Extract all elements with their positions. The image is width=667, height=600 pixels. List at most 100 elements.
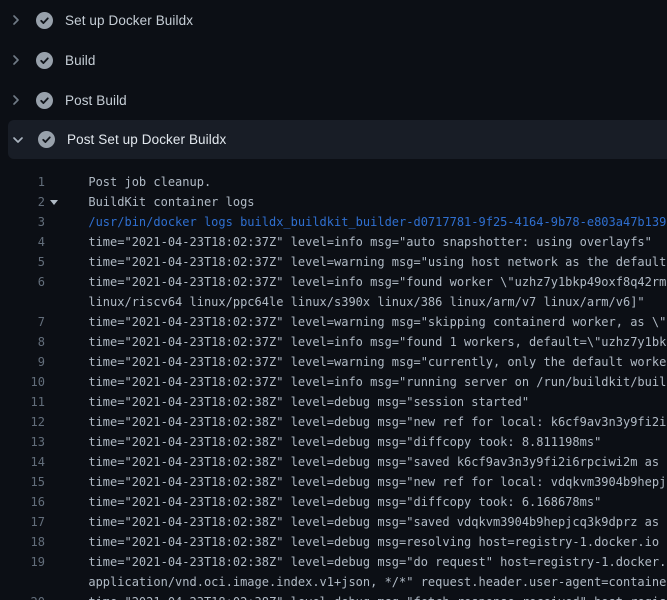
log-line-number (0, 572, 45, 592)
log-line: 14 time="2021-04-23T18:02:38Z" level=deb… (0, 452, 667, 472)
log-line-text: application/vnd.oci.image.index.v1+json,… (88, 572, 667, 592)
step-row[interactable]: Post Set up Docker Buildx (8, 120, 667, 159)
log-line-gutter (45, 532, 88, 552)
log-line-text: linux/riscv64 linux/ppc64le linux/s390x … (88, 292, 644, 312)
workflow-log-viewer: { "colors": { "background": "#0c0f15", "… (0, 0, 667, 600)
log-line: 9 time="2021-04-23T18:02:37Z" level=warn… (0, 352, 667, 372)
log-line-number[interactable]: 17 (0, 512, 45, 532)
log-line-text: time="2021-04-23T18:02:38Z" level=debug … (88, 552, 667, 572)
log-line-gutter (45, 312, 88, 332)
log-line: 16 time="2021-04-23T18:02:38Z" level=deb… (0, 492, 667, 512)
log-line-number[interactable]: 9 (0, 352, 45, 372)
log-line: 18 time="2021-04-23T18:02:38Z" level=deb… (0, 532, 667, 552)
log-line: 1 Post job cleanup. (0, 172, 667, 192)
log-line-text: time="2021-04-23T18:02:38Z" level=debug … (88, 512, 667, 532)
log-line-number[interactable]: 8 (0, 332, 45, 352)
log-line: 13 time="2021-04-23T18:02:38Z" level=deb… (0, 432, 667, 452)
log-line-number[interactable]: 16 (0, 492, 45, 512)
log-line: 10 time="2021-04-23T18:02:37Z" level=inf… (0, 372, 667, 392)
log-line-text: time="2021-04-23T18:02:38Z" level=debug … (88, 472, 667, 492)
log-line-number[interactable]: 2 (0, 192, 45, 212)
log-line-number[interactable]: 6 (0, 272, 45, 292)
log-line-number[interactable]: 10 (0, 372, 45, 392)
step-label: Post Set up Docker Buildx (67, 132, 226, 147)
log-line-number[interactable]: 7 (0, 312, 45, 332)
log-line-number (0, 292, 45, 312)
log-line-text: time="2021-04-23T18:02:38Z" level=debug … (88, 452, 667, 472)
log-line-text: time="2021-04-23T18:02:38Z" level=debug … (88, 592, 667, 600)
log-line: 19 time="2021-04-23T18:02:38Z" level=deb… (0, 552, 667, 572)
log-line-gutter (45, 332, 88, 352)
chevron-down-icon[interactable] (10, 132, 26, 148)
step-row[interactable]: Build (0, 40, 667, 80)
log-line-text: time="2021-04-23T18:02:37Z" level=info m… (88, 332, 667, 352)
log-line-gutter (45, 272, 88, 292)
log-line-number[interactable]: 4 (0, 232, 45, 252)
log-line: 15 time="2021-04-23T18:02:38Z" level=deb… (0, 472, 667, 492)
group-collapse-triangle-icon[interactable] (50, 200, 58, 205)
log-line-text: time="2021-04-23T18:02:37Z" level=warnin… (88, 312, 667, 332)
step-label: Set up Docker Buildx (65, 13, 193, 28)
log-line-text: time="2021-04-23T18:02:38Z" level=debug … (88, 532, 659, 552)
log-line-text: time="2021-04-23T18:02:38Z" level=debug … (88, 392, 529, 412)
log-line: linux/riscv64 linux/ppc64le linux/s390x … (0, 292, 667, 312)
chevron-right-icon[interactable] (8, 92, 24, 108)
check-circle-icon (36, 92, 53, 109)
log-line-gutter (45, 412, 88, 432)
log-line-number[interactable]: 3 (0, 212, 45, 232)
log-line-gutter (45, 572, 88, 592)
log-line-gutter (45, 592, 88, 600)
log-line-number[interactable]: 12 (0, 412, 45, 432)
log-line: 5 time="2021-04-23T18:02:37Z" level=warn… (0, 252, 667, 272)
log-line-gutter (45, 352, 88, 372)
check-circle-icon (36, 52, 53, 69)
log-line-gutter (45, 212, 88, 232)
log-line-text: time="2021-04-23T18:02:37Z" level=info m… (88, 372, 667, 392)
log-line-text: Post job cleanup. (88, 172, 211, 192)
log-lines-container: 1 Post job cleanup. 2 BuildKit container… (0, 159, 667, 600)
log-line: 20 time="2021-04-23T18:02:38Z" level=deb… (0, 592, 667, 600)
log-line-text: time="2021-04-23T18:02:38Z" level=debug … (88, 492, 601, 512)
log-line: 11 time="2021-04-23T18:02:38Z" level=deb… (0, 392, 667, 412)
log-line-gutter (45, 172, 88, 192)
check-circle-icon (38, 131, 55, 148)
log-line-number[interactable]: 15 (0, 472, 45, 492)
log-line-text: time="2021-04-23T18:02:38Z" level=debug … (88, 432, 601, 452)
log-line-number[interactable]: 14 (0, 452, 45, 472)
log-line-number[interactable]: 11 (0, 392, 45, 412)
log-line-gutter (45, 372, 88, 392)
log-line-gutter (45, 472, 88, 492)
step-label: Build (65, 53, 96, 68)
log-line-number[interactable]: 19 (0, 552, 45, 572)
log-line-number[interactable]: 18 (0, 532, 45, 552)
log-line-text: time="2021-04-23T18:02:37Z" level=info m… (88, 232, 652, 252)
step-row[interactable]: Set up Docker Buildx (0, 0, 667, 40)
log-line-gutter (45, 192, 88, 212)
log-line: application/vnd.oci.image.index.v1+json,… (0, 572, 667, 592)
log-line-gutter (45, 432, 88, 452)
log-line-text: BuildKit container logs (88, 192, 254, 212)
log-line: 2 BuildKit container logs (0, 192, 667, 212)
step-row[interactable]: Post Build (0, 80, 667, 120)
log-line-text: /usr/bin/docker logs buildx_buildkit_bui… (88, 212, 667, 232)
chevron-right-icon[interactable] (8, 12, 24, 28)
log-line: 4 time="2021-04-23T18:02:37Z" level=info… (0, 232, 667, 252)
steps-list: Set up Docker Buildx Build P (0, 0, 667, 159)
log-line-number[interactable]: 5 (0, 252, 45, 272)
log-line: 6 time="2021-04-23T18:02:37Z" level=info… (0, 272, 667, 292)
chevron-right-icon[interactable] (8, 52, 24, 68)
log-line: 7 time="2021-04-23T18:02:37Z" level=warn… (0, 312, 667, 332)
step-label: Post Build (65, 93, 127, 108)
log-line-gutter (45, 252, 88, 272)
log-line: 3 /usr/bin/docker logs buildx_buildkit_b… (0, 212, 667, 232)
log-line-text: time="2021-04-23T18:02:37Z" level=info m… (88, 272, 667, 292)
check-circle-icon (36, 12, 53, 29)
log-line-gutter (45, 452, 88, 472)
log-line-number[interactable]: 13 (0, 432, 45, 452)
log-line-number[interactable]: 1 (0, 172, 45, 192)
log-line: 17 time="2021-04-23T18:02:38Z" level=deb… (0, 512, 667, 532)
log-line-number[interactable]: 20 (0, 592, 45, 600)
log-line-gutter (45, 292, 88, 312)
log-line: 8 time="2021-04-23T18:02:37Z" level=info… (0, 332, 667, 352)
log-line-gutter (45, 232, 88, 252)
